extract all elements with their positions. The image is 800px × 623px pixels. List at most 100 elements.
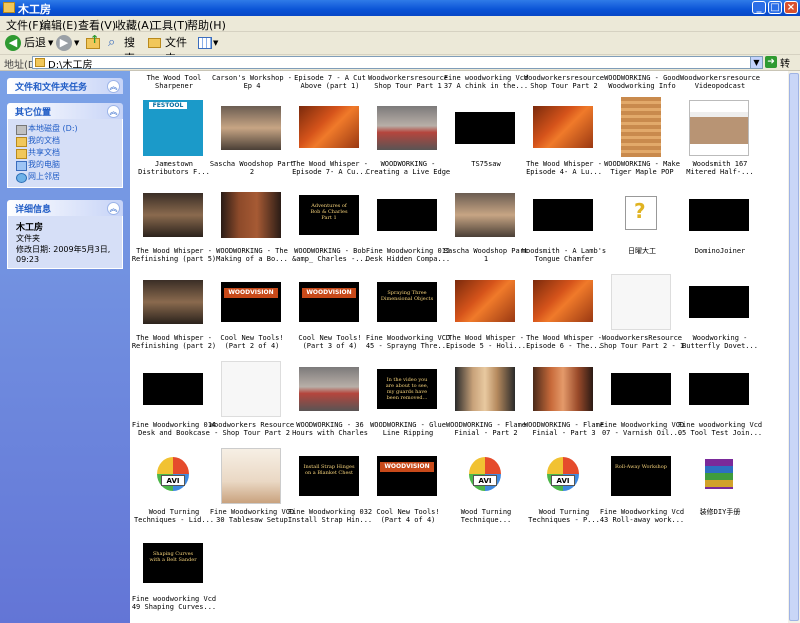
- thumbnail[interactable]: [299, 97, 359, 157]
- file-item[interactable]: AVI Wood Turning Techniques - P...: [525, 442, 603, 528]
- file-item[interactable]: FESTOOL Jamestown Distributors F...: [135, 94, 213, 180]
- thumbnail[interactable]: [689, 445, 749, 505]
- file-name-label[interactable]: Woodworkers Resource - Shop Tour Part 2: [209, 421, 295, 437]
- menu-tools[interactable]: 工具(T): [151, 17, 188, 33]
- thumbnail[interactable]: Spraying Three Dimensional Objects: [377, 271, 437, 331]
- thumbnail[interactable]: ?: [611, 184, 671, 244]
- file-item[interactable]: Sascha Woodshop Part 2: [210, 94, 294, 180]
- file-item[interactable]: Roll-Away Workshop Fine Woodworking Vcd 4…: [600, 442, 684, 528]
- file-item[interactable]: Shaping Curves with a Belt Sander Fine wo…: [132, 529, 216, 615]
- thumbnail[interactable]: AVI: [455, 445, 515, 505]
- file-item[interactable]: Spraying Three Dimensional Objects Fine W…: [366, 268, 450, 354]
- file-name-label[interactable]: 日曜大工: [599, 247, 685, 255]
- thumbnail[interactable]: Shaping Curves with a Belt Sander: [143, 532, 203, 592]
- search-button[interactable]: ⌕ 搜索: [108, 35, 144, 65]
- file-item[interactable]: Woodworking - Butterfly Dovet...: [681, 268, 759, 354]
- thumbnail[interactable]: Install Strap Hinges on a Blanket Chest: [299, 445, 359, 505]
- file-item[interactable]: 装修DIY手册: [681, 442, 759, 528]
- file-item[interactable]: Adventures of Bob & Charles Part 1 WOODWO…: [291, 181, 369, 267]
- thumbnail[interactable]: [221, 184, 281, 244]
- link-my-computer[interactable]: 我的电脑: [16, 159, 122, 171]
- file-name-label[interactable]: The Wood Whisper - Episode 4- A Lu...: [521, 160, 607, 176]
- file-view[interactable]: The Wood Tool Sharpener Carson's Workshop…: [131, 71, 788, 623]
- file-name-label[interactable]: WoodworkersResource Shop Tour Part 2 - 1: [599, 334, 685, 350]
- thumbnail[interactable]: [689, 184, 749, 244]
- menu-favorites[interactable]: 收藏(A): [115, 17, 153, 33]
- menu-file[interactable]: 文件(F): [6, 17, 43, 33]
- thumbnail[interactable]: Adventures of Bob & Charles Part 1: [299, 184, 359, 244]
- thumbnail[interactable]: FESTOOL: [143, 97, 203, 157]
- thumbnail[interactable]: [611, 358, 671, 418]
- thumbnail[interactable]: [455, 184, 515, 244]
- item-label[interactable]: WOODWORKING - Good Woodworking Info: [599, 74, 685, 90]
- thumbnail[interactable]: Roll-Away Workshop: [611, 445, 671, 505]
- file-item[interactable]: WOODWORKING - Creating a Live Edge: [366, 94, 450, 180]
- item-label[interactable]: Woodworkersresource Videopodcast: [677, 74, 763, 90]
- chevron-down-icon[interactable]: ▼: [48, 35, 53, 51]
- thumbnail[interactable]: WOODVISION: [377, 445, 437, 505]
- file-item[interactable]: WOODVISION Cool New Tools! (Part 3 of 4): [291, 268, 369, 354]
- thumbnail[interactable]: [455, 271, 515, 331]
- up-folder-button[interactable]: ↑: [85, 33, 102, 51]
- file-name-label[interactable]: The Wood Whisper - Episode 6 - The...: [521, 334, 607, 350]
- close-button[interactable]: ×: [784, 1, 798, 14]
- file-name-label[interactable]: The Wood Whisper - Episode 5 - Holi...: [443, 334, 529, 350]
- item-label[interactable]: Carson's Workshop - Ep 4: [209, 74, 295, 90]
- thumbnail[interactable]: [689, 97, 749, 157]
- file-name-label[interactable]: Cool New Tools! (Part 4 of 4): [365, 508, 451, 524]
- thumbnail[interactable]: [455, 97, 515, 157]
- file-name-label[interactable]: DominoJoiner: [677, 247, 763, 255]
- thumbnail[interactable]: [377, 184, 437, 244]
- link-shared-documents[interactable]: 共享文档: [16, 147, 122, 159]
- file-item[interactable]: Woodsmith 167 Mitered Half-...: [681, 94, 759, 180]
- file-item[interactable]: WOODWORKING - The Making of a Bo...: [213, 181, 291, 267]
- vertical-scrollbar[interactable]: [788, 71, 800, 623]
- file-item[interactable]: The Wood Whisper - Refinishing (part 5): [132, 181, 216, 267]
- file-item[interactable]: Woodsmith - A Lamb's Tongue Chamfer: [522, 181, 606, 267]
- thumbnail[interactable]: [143, 358, 203, 418]
- collapse-icon[interactable]: ︽: [107, 80, 120, 93]
- thumbnail[interactable]: [143, 271, 203, 331]
- folders-button[interactable]: 文件夹: [148, 35, 194, 65]
- file-item[interactable]: WOODWORKING - Flame Finial - Part 2: [446, 355, 526, 441]
- file-name-label[interactable]: Wood Turning Techniques - P...: [521, 508, 607, 524]
- file-name-label[interactable]: Fine Woodworking 032 Install Strap Hin..…: [287, 508, 373, 524]
- thumbnail[interactable]: [221, 445, 281, 505]
- file-item[interactable]: The Wood Whisper - Refinishing (part 2): [132, 268, 216, 354]
- file-name-label[interactable]: Fine woodworking Vcd 05 Tool Test Join..…: [677, 421, 763, 437]
- file-name-label[interactable]: Wood Turning Technique...: [443, 508, 529, 524]
- file-name-label[interactable]: WOODWORKING - 36 Hours with Charles: [287, 421, 373, 437]
- file-name-label[interactable]: Woodworking - Butterfly Dovet...: [677, 334, 763, 350]
- chevron-down-icon[interactable]: ▼: [750, 57, 762, 68]
- file-name-label[interactable]: Fine Woodworking VCD 45 - Sprayng Thre..…: [365, 334, 451, 350]
- thumbnail[interactable]: WOODVISION: [221, 271, 281, 331]
- chevron-down-icon[interactable]: ▼: [74, 35, 79, 51]
- go-button[interactable]: ➜ 转到: [765, 56, 798, 85]
- file-item[interactable]: Fine Woodworking 014 Desk and Bookcase: [132, 355, 216, 441]
- file-name-label[interactable]: WOODWORKING - Glue Line Ripping: [365, 421, 451, 437]
- file-item[interactable]: In the video you are about to see, my gu…: [369, 355, 447, 441]
- file-name-label[interactable]: Jamestown Distributors F...: [131, 160, 217, 176]
- thumbnail[interactable]: [299, 358, 359, 418]
- link-local-disk[interactable]: 本地磁盘 (D:): [16, 123, 122, 135]
- file-name-label[interactable]: Fine Woodworking VCD 30 Tablesaw Setup: [209, 508, 295, 524]
- file-item[interactable]: WoodworkersResource Shop Tour Part 2 - 1: [600, 268, 684, 354]
- file-item[interactable]: TS75saw: [447, 94, 525, 180]
- thumbnail[interactable]: [377, 97, 437, 157]
- thumbnail[interactable]: WOODVISION: [299, 271, 359, 331]
- item-label[interactable]: Woodworkersresource Shop Tour Part 1: [365, 74, 451, 90]
- thumbnail[interactable]: [455, 358, 515, 418]
- file-name-label[interactable]: Woodsmith - A Lamb's Tongue Chamfer: [521, 247, 607, 263]
- maximize-button[interactable]: □: [768, 1, 782, 14]
- file-item[interactable]: WOODVISION Cool New Tools! (Part 4 of 4): [369, 442, 447, 528]
- panel-header[interactable]: 其它位置 ︽: [7, 103, 123, 119]
- file-name-label[interactable]: WOODWORKING - Bob &amp_ Charles -...: [287, 247, 373, 263]
- file-name-label[interactable]: 装修DIY手册: [677, 508, 763, 516]
- minimize-button[interactable]: _: [752, 1, 766, 14]
- link-network-places[interactable]: 网上邻居: [16, 171, 122, 183]
- item-label[interactable]: The Wood Tool Sharpener: [131, 74, 217, 90]
- thumbnail[interactable]: [221, 97, 281, 157]
- thumbnail[interactable]: In the video you are about to see, my gu…: [377, 358, 437, 418]
- file-name-label[interactable]: Cool New Tools! (Part 2 of 4): [209, 334, 295, 350]
- file-item[interactable]: WOODWORKING - Make Tiger Maple POP: [603, 94, 681, 180]
